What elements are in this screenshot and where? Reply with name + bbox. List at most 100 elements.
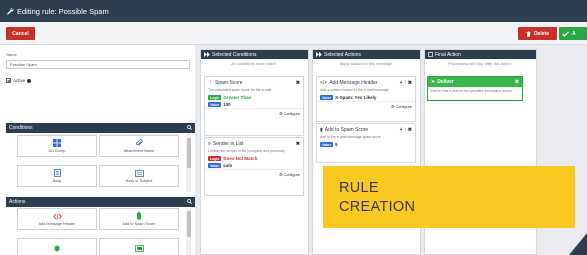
code-icon: </> <box>320 80 328 86</box>
document-icon <box>53 169 61 177</box>
action-bar <box>0 22 587 45</box>
spam-icon <box>136 212 142 220</box>
card-title-text: Spam Score <box>215 80 243 86</box>
value-text: safe <box>223 163 233 168</box>
corner-decoration-icon <box>569 233 587 255</box>
active-label: Active <box>13 78 26 83</box>
condition-tile-ad-group[interactable]: AD Group <box>17 135 97 157</box>
tile-label: Body <box>52 179 62 183</box>
final-action-subtitle: Processing will stop after this action. <box>448 60 513 66</box>
tile-label: Attachment Name <box>123 149 155 153</box>
value-text: 100 <box>223 102 231 107</box>
wrench-icon <box>6 7 14 15</box>
banner-line-2: CREATION <box>339 199 416 215</box>
rule-creation-banner: RULE CREATION <box>323 166 575 228</box>
save-label: A <box>572 30 576 37</box>
configure-label: Configure <box>283 112 300 116</box>
actions-scrollbar[interactable] <box>186 208 191 255</box>
card-grip-icon: ⋮ <box>208 80 213 86</box>
list-icon: ≡ <box>208 141 211 147</box>
page-title: Editing rule: Possible Spam <box>17 6 109 16</box>
logic-value: Does Not Match <box>223 156 258 161</box>
send-icon: ➤ <box>431 79 436 85</box>
gear-icon: ⚙ <box>279 112 283 116</box>
conditions-heading: Conditions <box>9 125 33 131</box>
conditions-scrollbar[interactable] <box>186 134 191 192</box>
trash-icon <box>526 30 531 37</box>
actions-header: Actions <box>6 197 195 207</box>
deliver-title: Deliver <box>437 79 454 85</box>
selected-actions-subtitle: Apply actions to this message. <box>339 60 394 66</box>
card-title: ⋮ Spam Score ✖ <box>205 77 303 88</box>
selected-conditions-header: Selected Conditions <box>201 50 308 59</box>
check-icon <box>562 30 569 37</box>
condition-card-sender-in-list[interactable]: ≡ Sender in List ✖ Lookup the sender in … <box>204 137 304 196</box>
delete-label: Delete <box>533 30 549 37</box>
card-title: </> Add Message Header + ↑ ✖ <box>317 77 415 88</box>
configure-label: Configure <box>283 173 300 177</box>
cancel-button[interactable]: Cancel <box>6 27 35 40</box>
screen-icon <box>134 244 144 252</box>
logic-tag: Logic <box>208 95 222 100</box>
configure-label: Configure <box>395 105 412 109</box>
value-tag: Value <box>208 163 222 168</box>
square-icon <box>428 52 433 57</box>
card-title: ▮ Add to Spam Score + ↑ ✖ <box>317 124 415 135</box>
value-row: Value 100 <box>205 101 303 108</box>
logic-row: Logic Greater Than <box>205 94 303 101</box>
value-tag: Value <box>320 95 334 100</box>
configure-link[interactable]: ⚙ Configure <box>205 169 303 179</box>
tile-label: Add Message Header <box>38 221 76 226</box>
paperclip-icon <box>135 139 143 147</box>
banner-line-1: RULE <box>339 180 379 196</box>
name-input[interactable]: Possible Spam <box>6 60 190 69</box>
value-tag: Value <box>208 102 222 107</box>
delete-button[interactable]: Delete <box>518 27 557 40</box>
search-icon[interactable] <box>187 125 192 132</box>
condition-tile-body-or-subject[interactable]: Body or Subject <box>99 165 179 187</box>
tile-label: Body or Subject <box>125 178 153 183</box>
configure-link[interactable]: ⚙ Configure <box>205 108 303 118</box>
condition-card-spam-score[interactable]: ⋮ Spam Score ✖ The calculated spam score… <box>204 76 304 136</box>
active-checkbox[interactable]: Active <box>6 78 32 83</box>
logic-row: Logic Does Not Match <box>205 155 303 162</box>
logic-tag: Logic <box>208 156 222 161</box>
forward-icon <box>316 52 322 57</box>
scroll-thumb[interactable] <box>186 138 191 168</box>
conditions-header: Conditions <box>6 123 195 133</box>
deliver-header: ➤ Deliver ✖ <box>428 77 522 87</box>
save-button[interactable]: A <box>559 27 587 40</box>
tile-label: AD Group <box>48 149 66 153</box>
remove-icon[interactable]: ✖ <box>296 80 300 86</box>
card-title-text: Sender in List <box>212 141 244 147</box>
final-action-deliver-card[interactable]: ➤ Deliver ✖ Deliver this e-mail to the s… <box>427 76 523 101</box>
selected-conditions-subtitle: All conditions must match. <box>231 60 278 66</box>
final-action-header: Final Action <box>425 50 536 59</box>
name-label: Name <box>6 52 17 57</box>
action-tile-screen[interactable] <box>99 238 179 255</box>
remove-icon[interactable]: ✖ <box>296 141 300 147</box>
action-tile-add-to-spam-score[interactable]: Add to Spam Score <box>99 208 179 230</box>
action-card-add-to-spam-score[interactable]: ▮ Add to Spam Score + ↑ ✖ Add to the e-m… <box>316 123 416 163</box>
forward-icon <box>204 52 210 57</box>
condition-tile-body[interactable]: Body <box>17 165 97 187</box>
scroll-thumb[interactable] <box>186 211 191 237</box>
selected-actions-header: Selected Actions <box>313 50 420 59</box>
remove-icon[interactable]: ✖ <box>515 79 519 85</box>
windows-icon <box>53 139 61 147</box>
action-card-add-message-header[interactable]: </> Add Message Header + ↑ ✖ Add a custo… <box>316 76 416 122</box>
window-title-bar: Editing rule: Possible Spam <box>0 0 587 22</box>
configure-link[interactable]: ⚙ Configure <box>317 101 415 111</box>
value-text: X-Spam: Yes Likely <box>335 95 377 100</box>
help-icon[interactable] <box>27 78 32 83</box>
final-action-heading: Final Action <box>435 51 461 58</box>
action-tile-add-message-header[interactable]: Add Message Header <box>17 208 97 230</box>
active-checkbox-box[interactable] <box>6 78 11 83</box>
search-icon[interactable] <box>187 199 192 206</box>
card-controls[interactable]: + ↑ ✖ <box>400 127 412 133</box>
selected-actions-heading: Selected Actions <box>324 51 361 58</box>
action-tile-bug[interactable] <box>17 238 97 255</box>
card-title-text: Add to Spam Score <box>324 127 369 133</box>
condition-tile-attachment-name[interactable]: Attachment Name <box>99 135 179 157</box>
card-controls[interactable]: + ↑ ✖ <box>400 80 412 86</box>
